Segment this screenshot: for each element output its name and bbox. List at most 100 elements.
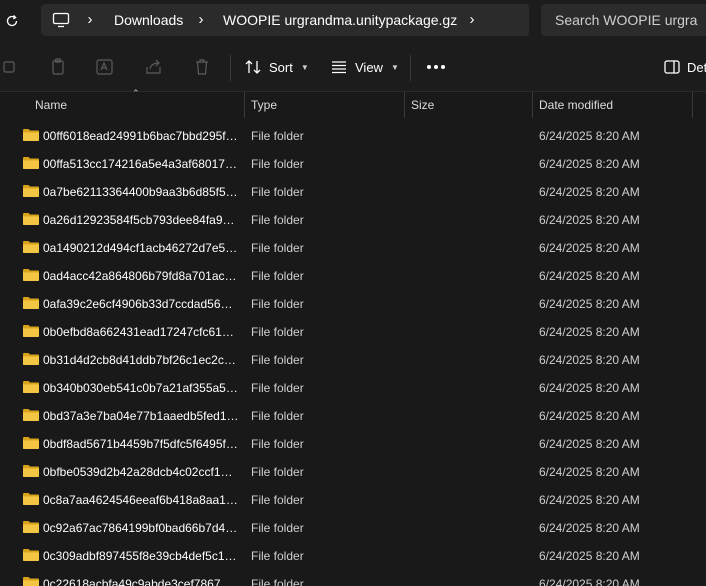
file-row[interactable]: 0c92a67ac7864199bf0bad66b7d44fc2 File fol… [0,514,706,542]
file-name: 0ad4acc42a864806b79fd8a701ac907a [43,269,239,283]
file-date-modified: 6/24/2025 8:20 AM [539,241,640,255]
file-row[interactable]: 0bdf8ad5671b4459b7f5dfc5f6495f21 File fol… [0,430,706,458]
file-date-modified: 6/24/2025 8:20 AM [539,437,640,451]
file-list: 00ff6018ead24991b6bac7bbd295f2da File fol… [0,122,706,586]
file-type: File folder [251,521,304,535]
column-header-row: ⌃ Name Type Size Date modified [0,88,706,118]
file-date-modified: 6/24/2025 8:20 AM [539,269,640,283]
search-box[interactable] [541,4,706,36]
file-row[interactable]: 0c22618acbfa49c9abde3cef7867b1c9 File fol… [0,570,706,586]
file-date-modified: 6/24/2025 8:20 AM [539,465,640,479]
file-name: 0bdf8ad5671b4459b7f5dfc5f6495f21 [43,437,239,451]
address-box[interactable]: › Downloads › WOOPIE urgrandma.unitypack… [41,4,529,36]
file-type: File folder [251,353,304,367]
chevron-right-icon[interactable]: › [195,12,207,28]
file-row[interactable]: 0b0efbd8a662431ead17247cfc618948 File fol… [0,318,706,346]
folder-icon [23,577,39,586]
folder-icon [23,465,39,477]
file-name: 0b340b030eb541c0b7a21af355a56677 [43,381,239,395]
folder-icon [23,157,39,169]
file-row[interactable]: 0c309adbf897455f8e39cb4def5c1912 File fol… [0,542,706,570]
copy-icon [52,58,64,75]
sort-button[interactable]: Sort ▼ [245,54,309,80]
share-button[interactable] [145,58,163,76]
file-name: 0a7be62113364400b9aa3b6d85f557... [43,185,239,199]
more-options-button[interactable] [424,54,448,80]
file-type: File folder [251,213,304,227]
file-row[interactable]: 0bfbe0539d2b42a28dcb4c02ccf10804 File fol… [0,458,706,486]
file-row[interactable]: 0c8a7aa4624546eeaf6b418a8aa17d42 File fol… [0,486,706,514]
cut-icon [3,61,15,73]
chevron-right-icon[interactable]: › [84,12,96,28]
column-header-date-modified[interactable]: Date modified [533,92,692,118]
breadcrumb-current-folder[interactable]: WOOPIE urgrandma.unitypackage.gz [223,12,457,28]
file-row[interactable]: 0a26d12923584f5cb793dee84fa972c8 File fol… [0,206,706,234]
file-row[interactable]: 0bd37a3e7ba04e77b1aaedb5fed1b... File fol… [0,402,706,430]
view-button[interactable]: View ▼ [331,54,399,80]
file-type: File folder [251,437,304,451]
file-date-modified: 6/24/2025 8:20 AM [539,549,640,563]
chevron-down-icon: ▼ [300,62,309,72]
details-pane-button[interactable]: Details [664,54,706,80]
view-icon [332,61,346,74]
file-type: File folder [251,129,304,143]
folder-icon [23,185,39,197]
delete-button[interactable] [193,58,211,76]
chevron-right-icon[interactable]: › [466,12,478,28]
file-row[interactable]: 00ff6018ead24991b6bac7bbd295f2da File fol… [0,122,706,150]
sort-icon [245,60,261,74]
toolbar-divider [410,55,411,81]
file-name: 0c92a67ac7864199bf0bad66b7d44fc2 [43,521,239,535]
sort-label: Sort [269,59,293,75]
details-pane-icon [664,60,680,74]
file-type: File folder [251,381,304,395]
rename-button[interactable] [96,58,114,76]
file-row[interactable]: 0afa39c2e6cf4906b33d7ccdad56b794 File fol… [0,290,706,318]
file-name: 0bd37a3e7ba04e77b1aaedb5fed1b... [43,409,239,423]
folder-icon [23,129,39,141]
toolbar-divider [230,55,231,81]
copy-button[interactable] [49,58,67,76]
file-date-modified: 6/24/2025 8:20 AM [539,297,640,311]
file-date-modified: 6/24/2025 8:20 AM [539,521,640,535]
column-header-name[interactable]: Name [29,92,244,118]
file-name: 0bfbe0539d2b42a28dcb4c02ccf10804 [43,465,239,479]
folder-icon [23,549,39,561]
column-header-size[interactable]: Size [405,92,532,118]
file-row[interactable]: 0a1490212d494cf1acb46272d7e577ec File fol… [0,234,706,262]
file-type: File folder [251,241,304,255]
file-name: 0b0efbd8a662431ead17247cfc618948 [43,325,239,339]
file-type: File folder [251,409,304,423]
folder-icon [23,493,39,505]
folder-icon [23,381,39,393]
column-header-type[interactable]: Type [245,92,404,118]
folder-icon [23,269,39,281]
file-row[interactable]: 0ad4acc42a864806b79fd8a701ac907a File fol… [0,262,706,290]
file-type: File folder [251,549,304,563]
delete-icon [196,59,208,75]
file-type: File folder [251,577,304,586]
file-type: File folder [251,185,304,199]
file-name: 0b31d4d2cb8d41ddb7bf26c1ec2cd... [43,353,239,367]
file-name: 0c309adbf897455f8e39cb4def5c1912 [43,549,239,563]
column-divider[interactable] [692,92,693,118]
file-row[interactable]: 0a7be62113364400b9aa3b6d85f557... File fo… [0,178,706,206]
file-row[interactable]: 0b340b030eb541c0b7a21af355a56677 File fol… [0,374,706,402]
file-type: File folder [251,465,304,479]
command-bar: Sort ▼ View ▼ Details [0,42,706,92]
address-bar-row: › Downloads › WOOPIE urgrandma.unitypack… [0,0,706,42]
breadcrumb-downloads[interactable]: Downloads [114,12,183,28]
folder-icon [23,353,39,365]
cut-button[interactable] [2,58,20,76]
details-label: Details [687,59,706,75]
folder-icon [23,241,39,253]
file-name: 0a26d12923584f5cb793dee84fa972c8 [43,213,239,227]
file-type: File folder [251,157,304,171]
refresh-button[interactable] [0,8,24,34]
file-date-modified: 6/24/2025 8:20 AM [539,325,640,339]
file-row[interactable]: 00ffa513cc174216a5e4a3af68017212 File fol… [0,150,706,178]
search-input[interactable] [555,11,705,29]
file-date-modified: 6/24/2025 8:20 AM [539,157,640,171]
file-row[interactable]: 0b31d4d2cb8d41ddb7bf26c1ec2cd... File fol… [0,346,706,374]
file-date-modified: 6/24/2025 8:20 AM [539,185,640,199]
